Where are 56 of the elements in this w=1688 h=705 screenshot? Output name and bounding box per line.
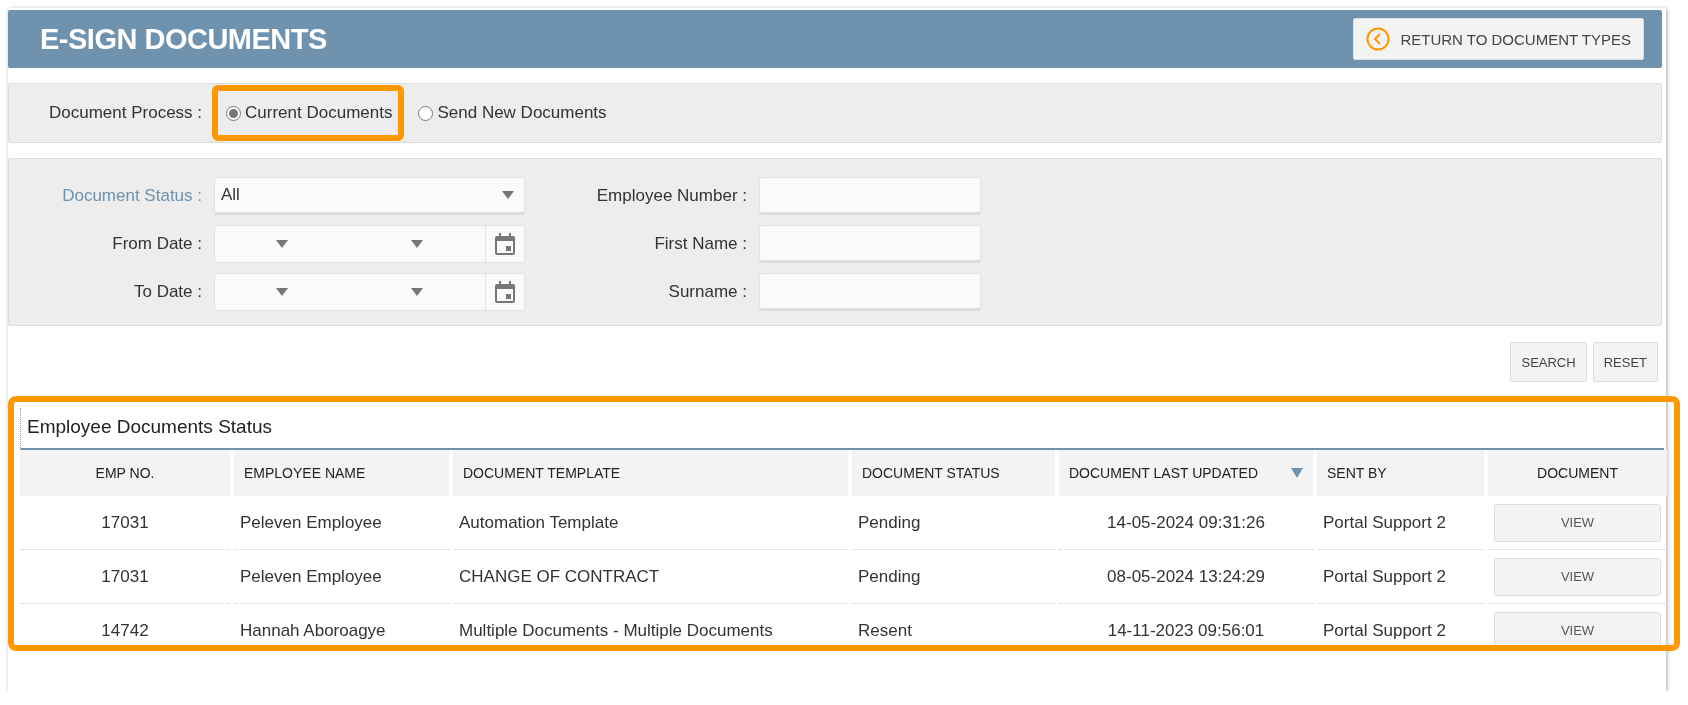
radio-option[interactable]: Current Documents <box>212 85 405 141</box>
column-header[interactable]: SENT BY <box>1317 450 1484 496</box>
dropdown-caret-icon <box>276 240 288 248</box>
column-header[interactable]: DOCUMENT <box>1488 450 1667 496</box>
field-label: Employee Number : <box>595 186 747 206</box>
table-cell: Portal Support 2 <box>1317 496 1484 550</box>
sort-descending-icon <box>1291 468 1303 478</box>
back-circle-icon <box>1366 27 1391 51</box>
table-cell: Resent <box>852 604 1055 645</box>
calendar-icon[interactable] <box>495 233 515 255</box>
field-label: Document Status : <box>61 186 202 206</box>
input-field[interactable] <box>759 273 981 311</box>
process-label: Document Process : <box>49 103 203 123</box>
column-header[interactable]: DOCUMENT STATUS <box>852 450 1055 496</box>
radio-option[interactable]: Send New Documents <box>404 85 619 141</box>
table-cell: Portal Support 2 <box>1317 604 1484 645</box>
table-cell: Multiple Documents - Multiple Documents <box>453 604 848 645</box>
field-label: Surname : <box>667 282 747 302</box>
view-button[interactable]: VIEW <box>1494 611 1661 645</box>
action-button[interactable]: RESET <box>1592 342 1658 382</box>
date-picker[interactable] <box>214 225 525 263</box>
view-button[interactable]: VIEW <box>1494 503 1661 542</box>
column-header[interactable]: EMP NO. <box>20 450 230 496</box>
status-select[interactable]: All <box>214 177 525 215</box>
table-cell: 14-11-2023 09:56:01 <box>1059 604 1313 645</box>
table-cell: Pending <box>852 550 1055 604</box>
table-cell: 08-05-2024 13:24:29 <box>1059 550 1313 604</box>
field-label: To Date : <box>132 282 202 302</box>
page-title: E-SIGN DOCUMENTS <box>40 22 327 56</box>
dropdown-caret-icon <box>276 288 288 296</box>
return-button[interactable]: RETURN TO DOCUMENT TYPES <box>1353 18 1644 60</box>
table-cell: Peleven Employee <box>234 550 449 604</box>
dropdown-caret-icon <box>411 288 423 296</box>
table-cell: Peleven Employee <box>234 496 449 550</box>
table-cell: CHANGE OF CONTRACT <box>453 550 848 604</box>
field-label: From Date : <box>111 234 202 254</box>
table-cell: 14-05-2024 09:31:26 <box>1059 496 1313 550</box>
table-cell: 14742 <box>20 604 230 645</box>
column-header[interactable]: EMPLOYEE NAME <box>234 450 449 496</box>
table-cell: Automation Template <box>453 496 848 550</box>
view-button[interactable]: VIEW <box>1494 557 1661 596</box>
table-cell: Hannah Aboroagye <box>234 604 449 645</box>
dropdown-caret-icon <box>411 240 423 248</box>
dropdown-caret-icon <box>502 191 514 199</box>
column-header[interactable]: DOCUMENT LAST UPDATED <box>1059 450 1313 496</box>
table-cell: Pending <box>852 496 1055 550</box>
input-field[interactable] <box>759 177 981 215</box>
column-header[interactable]: DOCUMENT TEMPLATE <box>453 450 848 496</box>
date-picker[interactable] <box>214 273 525 311</box>
table-cell: 17031 <box>20 550 230 604</box>
field-label: First Name : <box>653 234 747 254</box>
calendar-icon[interactable] <box>495 281 515 303</box>
table-cell: Portal Support 2 <box>1317 550 1484 604</box>
table-cell: 17031 <box>20 496 230 550</box>
input-field[interactable] <box>759 225 981 263</box>
action-button[interactable]: SEARCH <box>1510 342 1587 382</box>
